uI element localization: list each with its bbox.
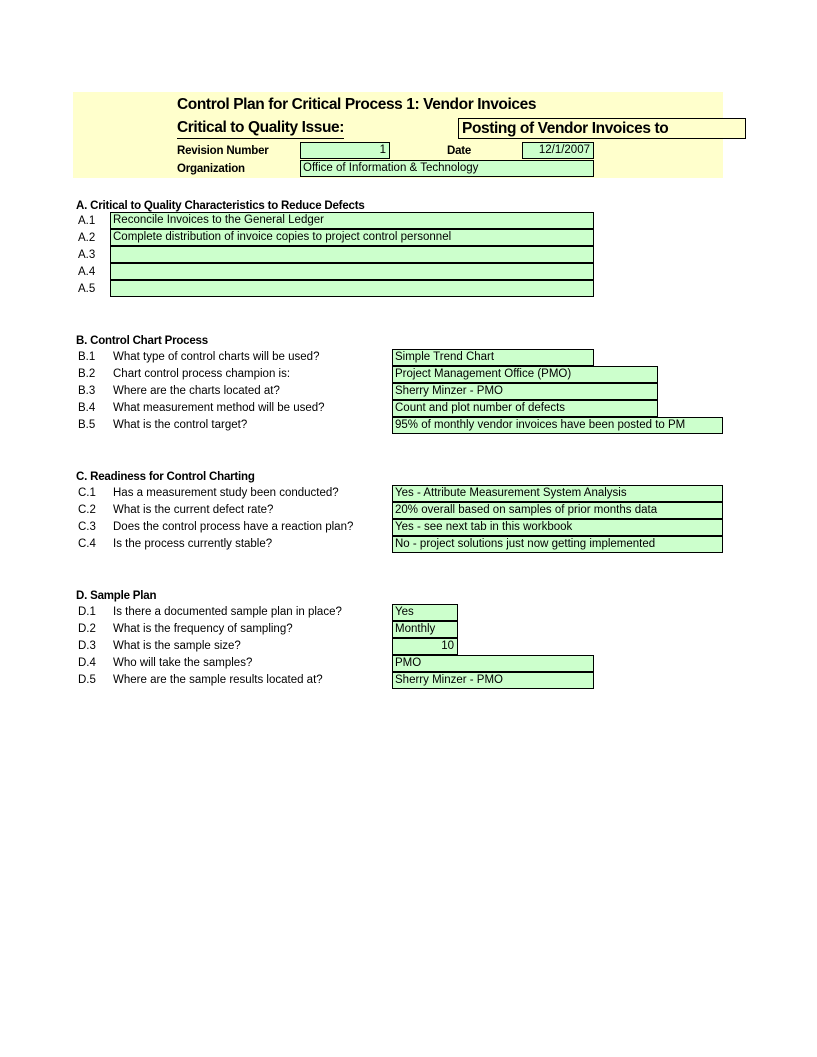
question-d2: What is the frequency of sampling? [113, 623, 293, 635]
value-d2[interactable]: Monthly [392, 621, 458, 638]
value-b4[interactable]: Count and plot number of defects [392, 400, 658, 417]
row-id-a2: A.2 [78, 232, 96, 244]
question-b5: What is the control target? [113, 419, 248, 431]
row-id-a5: A.5 [78, 283, 96, 295]
row-id-b2: B.2 [78, 368, 96, 380]
row-id-a3: A.3 [78, 249, 96, 261]
question-b2: Chart control process champion is: [113, 368, 291, 380]
ctq-issue-value[interactable]: Posting of Vendor Invoices to [458, 118, 746, 139]
value-a1[interactable]: Reconcile Invoices to the General Ledger [110, 212, 594, 229]
section-c-title: C. Readiness for Control Charting [76, 471, 255, 483]
value-b5[interactable]: 95% of monthly vendor invoices have been… [392, 417, 723, 434]
value-c2[interactable]: 20% overall based on samples of prior mo… [392, 502, 723, 519]
row-id-d3: D.3 [78, 640, 96, 652]
value-c1[interactable]: Yes - Attribute Measurement System Analy… [392, 485, 723, 502]
row-id-c1: C.1 [78, 487, 96, 499]
organization-label: Organization [177, 163, 245, 175]
value-d4[interactable]: PMO [392, 655, 594, 672]
row-id-a1: A.1 [78, 215, 96, 227]
revision-number-label: Revision Number [177, 145, 269, 157]
value-a3[interactable] [110, 246, 594, 263]
row-id-c4: C.4 [78, 538, 96, 550]
value-a5[interactable] [110, 280, 594, 297]
value-b1[interactable]: Simple Trend Chart [392, 349, 594, 366]
question-d1: Is there a documented sample plan in pla… [113, 606, 342, 618]
question-b4: What measurement method will be used? [113, 402, 325, 414]
revision-number-value[interactable]: 1 [300, 142, 390, 159]
question-c3: Does the control process have a reaction… [113, 521, 354, 533]
value-d5[interactable]: Sherry Minzer - PMO [392, 672, 594, 689]
date-value[interactable]: 12/1/2007 [522, 142, 594, 159]
question-d4: Who will take the samples? [113, 657, 253, 669]
ctq-issue-label: Critical to Quality Issue: [177, 119, 344, 139]
row-id-b1: B.1 [78, 351, 96, 363]
value-a2[interactable]: Complete distribution of invoice copies … [110, 229, 594, 246]
row-id-a4: A.4 [78, 266, 96, 278]
value-c4[interactable]: No - project solutions just now getting … [392, 536, 723, 553]
section-d-title: D. Sample Plan [76, 590, 157, 602]
row-id-c2: C.2 [78, 504, 96, 516]
page-title: Control Plan for Critical Process 1: Ven… [177, 96, 537, 113]
section-a-title: A. Critical to Quality Characteristics t… [76, 200, 365, 212]
question-c2: What is the current defect rate? [113, 504, 274, 516]
question-d3: What is the sample size? [113, 640, 241, 652]
row-id-b5: B.5 [78, 419, 96, 431]
question-b3: Where are the charts located at? [113, 385, 280, 397]
value-b3[interactable]: Sherry Minzer - PMO [392, 383, 658, 400]
control-plan-page: Control Plan for Critical Process 1: Ven… [0, 0, 817, 1057]
question-b1: What type of control charts will be used… [113, 351, 320, 363]
row-id-c3: C.3 [78, 521, 96, 533]
value-d3[interactable]: 10 [392, 638, 458, 655]
organization-value[interactable]: Office of Information & Technology [300, 160, 594, 177]
question-d5: Where are the sample results located at? [113, 674, 323, 686]
value-d1[interactable]: Yes [392, 604, 458, 621]
value-c3[interactable]: Yes - see next tab in this workbook [392, 519, 723, 536]
row-id-b3: B.3 [78, 385, 96, 397]
row-id-d5: D.5 [78, 674, 96, 686]
row-id-d4: D.4 [78, 657, 96, 669]
value-a4[interactable] [110, 263, 594, 280]
row-id-d2: D.2 [78, 623, 96, 635]
question-c1: Has a measurement study been conducted? [113, 487, 339, 499]
section-b-title: B. Control Chart Process [76, 335, 208, 347]
row-id-d1: D.1 [78, 606, 96, 618]
row-id-b4: B.4 [78, 402, 96, 414]
value-b2[interactable]: Project Management Office (PMO) [392, 366, 658, 383]
document-header: Control Plan for Critical Process 1: Ven… [73, 92, 746, 178]
date-label: Date [447, 145, 472, 157]
question-c4: Is the process currently stable? [113, 538, 273, 550]
